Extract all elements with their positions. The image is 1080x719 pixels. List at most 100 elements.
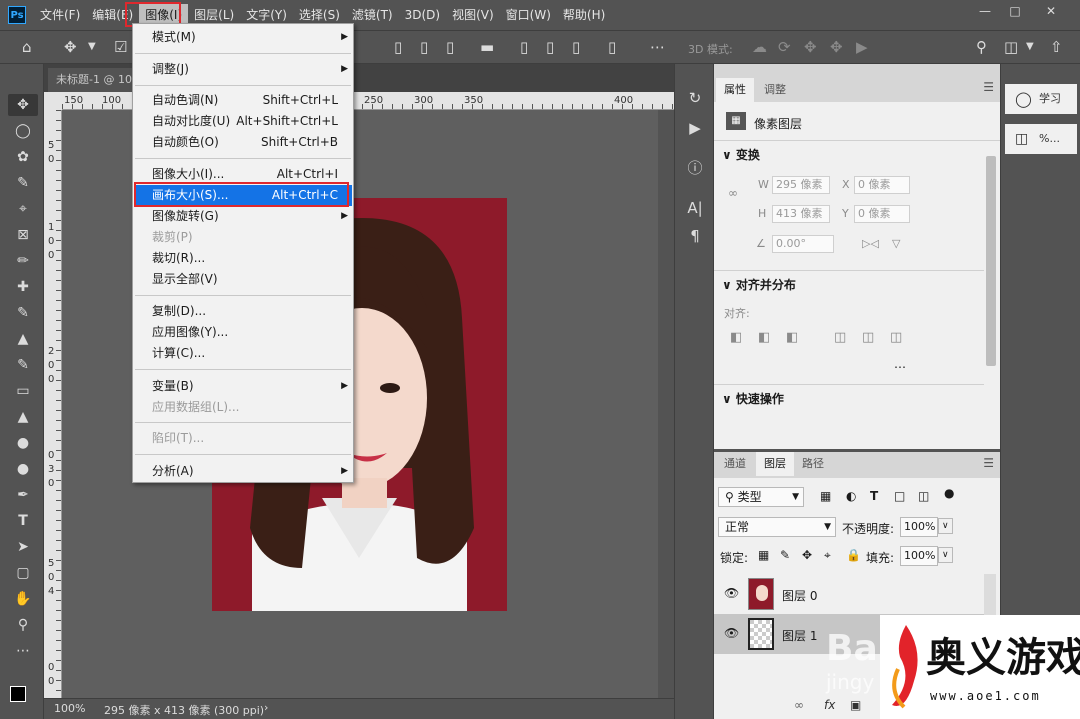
info-icon[interactable]: ⓘ xyxy=(683,156,707,180)
menu-item-apply-image[interactable]: 应用图像(Y)... xyxy=(134,322,352,343)
search-icon[interactable]: ⚲ xyxy=(976,39,987,55)
filter-shape-icon[interactable]: □ xyxy=(894,489,905,503)
fx-icon[interactable]: fx xyxy=(824,698,835,712)
tab-properties[interactable]: 属性 xyxy=(716,78,754,102)
filter-adjustment-icon[interactable]: ◐ xyxy=(846,489,856,503)
menu-item-crop[interactable]: 裁剪(P) xyxy=(134,227,352,248)
filter-type-icon[interactable]: T xyxy=(870,489,878,503)
3d-pan-icon[interactable]: ✥ xyxy=(804,39,817,55)
add-mask-icon[interactable]: ▣ xyxy=(850,698,861,712)
minimize-icon[interactable]: — xyxy=(970,2,1000,20)
y-field[interactable]: 0 像素 xyxy=(854,205,910,223)
zoom-level[interactable]: 100% xyxy=(54,702,85,715)
layers-menu-icon[interactable]: ☰ xyxy=(983,456,994,470)
menu-item-reveal-all[interactable]: 显示全部(V) xyxy=(134,269,352,290)
align-section-title[interactable]: ∨ 对齐并分布 xyxy=(722,276,796,293)
3d-roll-icon[interactable]: ⟳ xyxy=(778,39,791,55)
menu-item-adjustments[interactable]: 调整(J) ▶ xyxy=(134,59,352,80)
chevron-down-icon[interactable]: ▼ xyxy=(88,39,96,55)
vertical-scrollbar[interactable] xyxy=(658,110,674,698)
align-top-icon[interactable]: ▯ xyxy=(520,39,528,55)
zoom-tool-icon[interactable]: ⚲ xyxy=(8,614,38,636)
brush-tool-icon[interactable]: ✎ xyxy=(8,302,38,324)
quick-actions-section-title[interactable]: ∨ 快速操作 xyxy=(722,390,784,407)
align-bottom-edges-icon[interactable]: ◫ xyxy=(890,330,902,345)
layer-filter-select[interactable]: ⚲ 类型 ▼ xyxy=(718,487,804,507)
align-bottom-icon[interactable]: ▯ xyxy=(572,39,580,55)
menu-item-auto-color[interactable]: 自动颜色(O) Shift+Ctrl+B xyxy=(134,132,352,153)
align-left-icon[interactable]: ▯ xyxy=(394,39,402,55)
opacity-field[interactable]: 100% xyxy=(900,517,938,537)
3d-slide-icon[interactable]: ✥ xyxy=(830,39,843,55)
menu-item-apply-data-set[interactable]: 应用数据组(L)... xyxy=(134,397,352,418)
workspace-icon[interactable]: ◫ xyxy=(1004,39,1018,55)
eyedropper-tool-icon[interactable]: ✏ xyxy=(8,250,38,272)
width-field[interactable]: 295 像素 xyxy=(772,176,830,194)
status-chevron-icon[interactable]: › xyxy=(264,701,268,714)
lock-all-icon[interactable]: 🔒 xyxy=(846,548,861,562)
distribute-icon[interactable]: ▬ xyxy=(480,39,494,55)
quick-select-tool-icon[interactable]: ✎ xyxy=(8,172,38,194)
more-options-icon[interactable]: ⋯ xyxy=(650,39,665,55)
type-tool-icon[interactable]: T xyxy=(8,510,38,532)
height-field[interactable]: 413 像素 xyxy=(772,205,830,223)
menu-view[interactable]: 视图(V) xyxy=(446,4,500,26)
link-layers-icon[interactable]: ∞ xyxy=(794,698,804,712)
move-tool-icon[interactable]: ✥ xyxy=(64,39,77,55)
x-field[interactable]: 0 像素 xyxy=(854,176,910,194)
character-icon[interactable]: A| xyxy=(683,196,707,220)
tab-layers[interactable]: 图层 xyxy=(756,452,794,476)
layer-row[interactable]: 👁 图层 0 xyxy=(714,574,984,614)
menu-item-trap[interactable]: 陷印(T)... xyxy=(134,428,352,449)
menu-item-canvas-size[interactable]: 画布大小(S)... Alt+Ctrl+C xyxy=(134,185,352,206)
opacity-chevron-icon[interactable]: ∨ xyxy=(938,518,953,534)
align-right-icon[interactable]: ▯ xyxy=(446,39,454,55)
stamp-tool-icon[interactable]: ▲ xyxy=(8,328,38,350)
menu-file[interactable]: 文件(F) xyxy=(34,4,86,26)
actions-play-icon[interactable]: ▶ xyxy=(683,116,707,140)
menu-item-mode[interactable]: 模式(M) ▶ xyxy=(134,27,352,48)
3d-camera-icon[interactable]: ▶ xyxy=(856,39,868,55)
filter-pixel-icon[interactable]: ▦ xyxy=(820,489,831,503)
blend-mode-select[interactable]: 正常 ▼ xyxy=(718,517,836,537)
maximize-icon[interactable]: □ xyxy=(1000,2,1030,20)
fill-field[interactable]: 100% xyxy=(900,546,938,566)
align-center-icon[interactable]: ▯ xyxy=(420,39,428,55)
visibility-eye-icon[interactable]: 👁 xyxy=(724,586,739,600)
share-icon[interactable]: ⇧ xyxy=(1050,39,1063,55)
hand-tool-icon[interactable]: ✋ xyxy=(8,588,38,610)
layer-name[interactable]: 图层 1 xyxy=(782,627,817,644)
lock-position-icon[interactable]: ✥ xyxy=(802,548,812,562)
visibility-eye-icon[interactable]: 👁 xyxy=(724,626,739,640)
crop-tool-icon[interactable]: ⌖ xyxy=(8,198,38,220)
move-tool-icon[interactable]: ✥ xyxy=(8,94,38,116)
frame-tool-icon[interactable]: ⊠ xyxy=(8,224,38,246)
healing-brush-tool-icon[interactable]: ✚ xyxy=(8,276,38,298)
link-icon[interactable]: ∞ xyxy=(728,186,738,200)
history-brush-tool-icon[interactable]: ✎ xyxy=(8,354,38,376)
layer-name[interactable]: 图层 0 xyxy=(782,587,817,604)
menu-item-duplicate[interactable]: 复制(D)... xyxy=(134,301,352,322)
flip-vertical-icon[interactable]: ▽ xyxy=(892,237,900,250)
learn-button[interactable]: ◯ 学习 xyxy=(1005,84,1077,114)
menu-item-calculations[interactable]: 计算(C)... xyxy=(134,343,352,364)
home-icon[interactable]: ⌂ xyxy=(22,39,32,55)
menu-item-image-rotation[interactable]: 图像旋转(G) ▶ xyxy=(134,206,352,227)
lock-artboard-icon[interactable]: ⌖ xyxy=(824,548,831,563)
align-vertical-centers-icon[interactable]: ◫ xyxy=(862,330,874,345)
marquee-tool-icon[interactable]: ◯ xyxy=(8,120,38,142)
menu-item-auto-tone[interactable]: 自动色调(N) Shift+Ctrl+L xyxy=(134,90,352,111)
align-right-edges-icon[interactable]: ◧ xyxy=(786,330,798,345)
history-icon[interactable]: ↻ xyxy=(683,86,707,110)
menu-help[interactable]: 帮助(H) xyxy=(557,4,611,26)
foreground-color-swatch[interactable] xyxy=(10,686,26,702)
align-top-edges-icon[interactable]: ◫ xyxy=(834,330,846,345)
paragraph-icon[interactable]: ¶ xyxy=(683,224,707,248)
shape-tool-icon[interactable]: ▢ xyxy=(8,562,38,584)
panel-menu-icon[interactable]: ☰ xyxy=(983,80,994,94)
blur-tool-icon[interactable]: ● xyxy=(8,432,38,454)
document-tab[interactable]: 未标题-1 @ 10 xyxy=(48,68,140,92)
path-select-tool-icon[interactable]: ➤ xyxy=(8,536,38,558)
tab-adjustments[interactable]: 调整 xyxy=(756,78,794,102)
distribute-vertical-icon[interactable]: ▯ xyxy=(608,39,616,55)
